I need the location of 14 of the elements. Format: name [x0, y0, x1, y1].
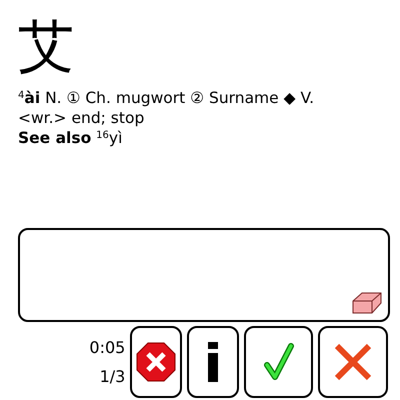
progress-text: 1/3	[100, 367, 126, 386]
writing-pad[interactable]	[18, 228, 390, 322]
chinese-character: 艾	[18, 14, 74, 80]
info-button[interactable]	[187, 326, 239, 398]
timer-text: 0:05	[89, 338, 126, 357]
check-button[interactable]	[244, 326, 314, 398]
see-also-text: See also $^{16}$yì	[18, 128, 122, 148]
stop-sign-icon	[136, 342, 176, 382]
eraser-icon[interactable]	[352, 292, 382, 314]
checkmark-icon	[264, 343, 294, 381]
close-icon	[333, 342, 374, 382]
stop-button[interactable]	[130, 326, 182, 398]
info-icon	[206, 342, 219, 382]
cross-button[interactable]	[318, 326, 388, 398]
